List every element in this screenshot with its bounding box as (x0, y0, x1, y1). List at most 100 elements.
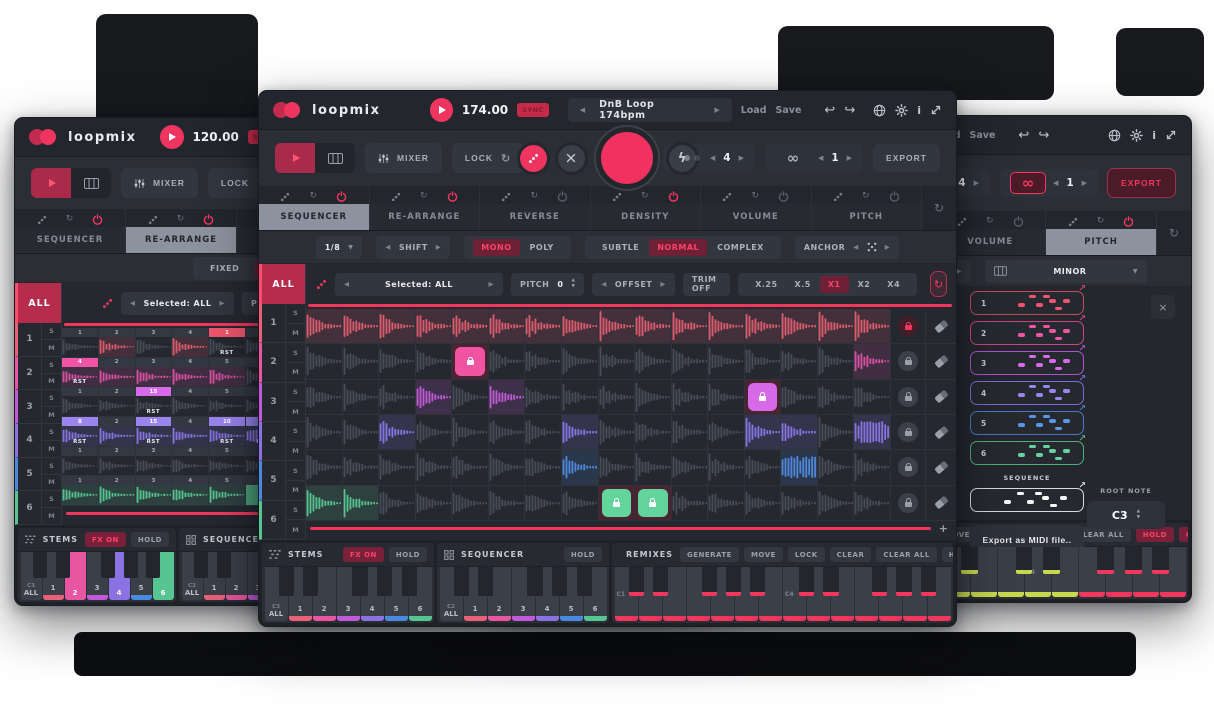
redo-button[interactable]: ↪ (844, 104, 855, 117)
dice-button[interactable] (520, 145, 547, 172)
export-arrow-icon[interactable]: ↗ (1078, 374, 1086, 384)
loop-cell[interactable]: 5 (209, 358, 246, 387)
tab-refresh-icon[interactable]: ↻ (1097, 217, 1105, 226)
infinity-toggle[interactable]: ∞ (1011, 173, 1045, 193)
tab-dice-icon[interactable] (391, 187, 401, 206)
piano-key-black[interactable] (377, 567, 392, 596)
loop-cell[interactable] (818, 344, 855, 378)
row-lock-button[interactable] (898, 422, 918, 442)
main-remix-button[interactable] (596, 127, 658, 189)
tab-power-toggle[interactable] (1123, 212, 1134, 231)
gear-button[interactable] (1130, 129, 1143, 142)
info-button[interactable]: i (1152, 130, 1156, 141)
tab-dice-icon[interactable] (957, 212, 967, 231)
tab-power-toggle[interactable] (889, 187, 900, 206)
loop-cell[interactable] (489, 344, 526, 378)
loop-cell[interactable] (452, 450, 489, 484)
loop-cell[interactable] (818, 380, 855, 414)
loop-cell[interactable] (452, 486, 489, 520)
hold-toggle[interactable]: HOLD (131, 532, 169, 547)
loop-cell[interactable]: 3 (136, 328, 173, 357)
loop-cell[interactable] (854, 309, 891, 343)
mute-button[interactable]: M (286, 363, 305, 382)
tab-dice-icon[interactable] (612, 187, 622, 206)
loop-cell[interactable]: 5 (209, 476, 246, 505)
trim-toggle[interactable]: TRIM OFF (683, 273, 730, 296)
info-button[interactable]: i (917, 105, 921, 116)
resize-button[interactable] (930, 104, 942, 116)
loop-cell[interactable] (306, 450, 343, 484)
remix-lock-button[interactable]: LOCK (788, 547, 825, 562)
load-button[interactable]: Load (741, 105, 767, 116)
piano-key-black[interactable] (577, 567, 592, 596)
piano-key-black[interactable] (303, 567, 318, 596)
tab-refresh-icon[interactable]: ↻ (177, 215, 185, 224)
loop-cell[interactable] (599, 309, 636, 343)
tab-refresh-icon[interactable]: ↻ (751, 192, 759, 201)
loop-cell[interactable] (452, 344, 489, 378)
loop-cell[interactable] (379, 450, 416, 484)
export-button[interactable]: EXPORT (1108, 169, 1175, 197)
shuffle-button[interactable] (558, 145, 585, 172)
tab-refresh-icon[interactable]: ↻ (530, 192, 538, 201)
scale-selector[interactable]: MINOR ▼ (985, 260, 1147, 283)
solo-button[interactable]: S (42, 458, 61, 475)
loop-cell[interactable] (818, 486, 855, 520)
loop-cell[interactable] (489, 486, 526, 520)
loop-cell[interactable] (525, 380, 562, 414)
stepper-arrows[interactable]: ▲▼ (571, 278, 575, 291)
next-arrow[interactable]: ▶ (885, 243, 891, 251)
loop-cell[interactable]: 4 (172, 417, 209, 446)
loop-cell[interactable]: 2 (99, 447, 136, 476)
loop-cell[interactable] (562, 344, 599, 378)
loop-cell[interactable] (745, 486, 782, 520)
play-mode-play[interactable] (31, 168, 71, 198)
loop-cell[interactable] (818, 415, 855, 449)
export-button[interactable]: EXPORT (873, 144, 940, 172)
tab-power-toggle[interactable] (668, 187, 679, 206)
loop-cell[interactable] (379, 380, 416, 414)
loop-cell[interactable] (745, 344, 782, 378)
mute-button[interactable]: M (42, 441, 61, 457)
reroll-button[interactable]: ↻ (931, 272, 946, 296)
loop-cell[interactable] (635, 309, 672, 343)
loop-cell[interactable] (379, 415, 416, 449)
loop-cell[interactable]: 4RST (62, 358, 99, 387)
tab-volume[interactable]: ↻VOLUME (701, 186, 812, 230)
tab-sequencer[interactable]: ↻SEQUENCER (15, 209, 126, 253)
tab-refresh-icon[interactable]: ↻ (986, 217, 994, 226)
loop-cell[interactable] (379, 486, 416, 520)
loop-cell[interactable] (562, 380, 599, 414)
complexity-subtle[interactable]: SUBTLE (594, 239, 647, 256)
remix-clear-all-button[interactable]: CLEAR ALL (876, 547, 936, 562)
loop-cell[interactable] (672, 415, 709, 449)
loop-cell[interactable] (672, 344, 709, 378)
complexity-normal[interactable]: NORMAL (649, 239, 707, 256)
loop-cell[interactable] (306, 415, 343, 449)
loop-cell[interactable] (416, 380, 453, 414)
export-arrow-icon[interactable]: ↗ (1078, 404, 1086, 414)
tab-power-toggle[interactable] (1013, 212, 1024, 231)
speed-x4[interactable]: X4 (879, 276, 908, 293)
piano-key-black[interactable] (961, 547, 978, 574)
loop-cell[interactable]: 2 (99, 476, 136, 505)
loop-cell[interactable] (635, 486, 672, 520)
loop-cell[interactable] (489, 309, 526, 343)
midi-pattern-card[interactable]: 6↗ (970, 441, 1084, 465)
infinity-toggle[interactable]: ∞ (776, 148, 810, 168)
loop-cell[interactable] (525, 415, 562, 449)
loop-cell[interactable] (672, 380, 709, 414)
loop-cell[interactable] (635, 380, 672, 414)
loop-cell[interactable] (379, 344, 416, 378)
loop-cell[interactable] (489, 380, 526, 414)
fx-on-toggle[interactable]: FX ON (343, 547, 384, 562)
piano-key-black[interactable] (217, 552, 231, 578)
solo-button[interactable]: S (42, 424, 61, 441)
piano-key-black[interactable] (726, 567, 741, 596)
loop-cell[interactable] (452, 309, 489, 343)
piano-key-black[interactable] (146, 552, 160, 578)
loop-cell[interactable] (306, 309, 343, 343)
loop-cell[interactable]: 4 (172, 476, 209, 505)
loop-cell[interactable] (745, 309, 782, 343)
loop-cell[interactable] (489, 450, 526, 484)
